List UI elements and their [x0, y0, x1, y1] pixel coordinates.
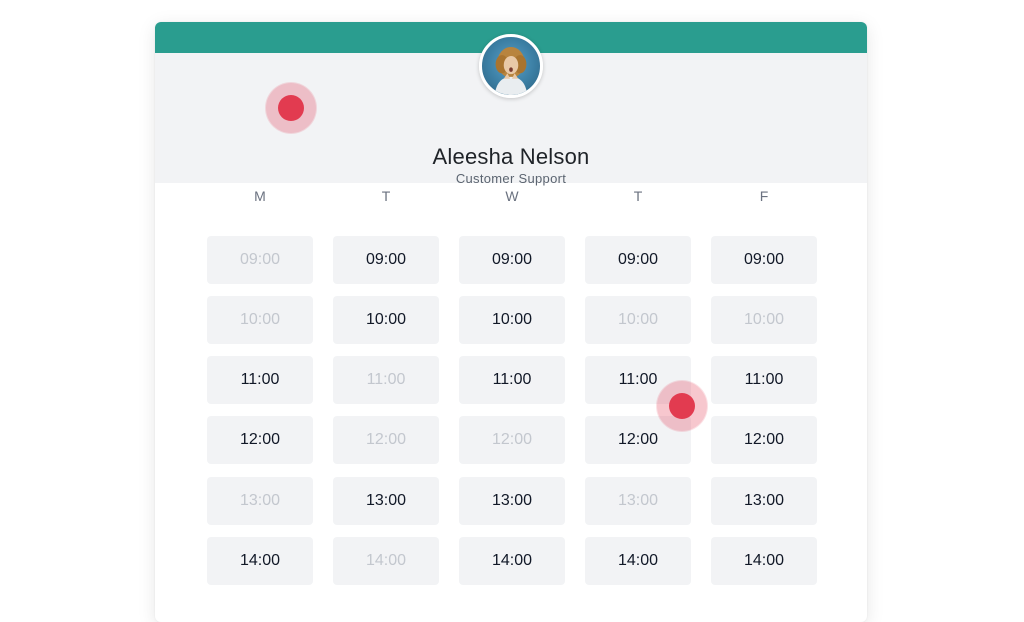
day-header: W	[505, 188, 519, 204]
time-slot-button[interactable]: 13:00	[333, 477, 439, 525]
day-header: T	[381, 188, 391, 204]
person-name: Aleesha Nelson	[432, 144, 590, 169]
time-slot-button[interactable]: 14:00	[459, 537, 565, 585]
time-slot-button[interactable]: 13:00	[711, 477, 817, 525]
person-avatar-icon	[494, 46, 528, 95]
time-slot-unavailable: 10:00	[207, 296, 313, 344]
time-slot-button[interactable]: 10:00	[333, 296, 439, 344]
avatar	[479, 34, 543, 98]
day-header: F	[759, 188, 769, 204]
time-slot-unavailable: 14:00	[333, 537, 439, 585]
time-slot-unavailable: 11:00	[333, 356, 439, 404]
time-slot-button[interactable]: 14:00	[207, 537, 313, 585]
time-slot-unavailable: 09:00	[207, 236, 313, 284]
time-slot-button[interactable]: 11:00	[207, 356, 313, 404]
time-slot-button[interactable]: 14:00	[711, 537, 817, 585]
time-slot-button[interactable]: 09:00	[459, 236, 565, 284]
click-indicator-marker	[657, 381, 707, 431]
time-slot-button[interactable]: 13:00	[459, 477, 565, 525]
time-slot-button[interactable]: 09:00	[333, 236, 439, 284]
time-slot-unavailable: 12:00	[459, 416, 565, 464]
time-slot-button[interactable]: 12:00	[207, 416, 313, 464]
time-slot-button[interactable]: 12:00	[711, 416, 817, 464]
day-header: M	[254, 188, 266, 204]
time-slot-button[interactable]: 11:00	[459, 356, 565, 404]
click-indicator-marker	[266, 83, 316, 133]
time-slot-button[interactable]: 11:00	[711, 356, 817, 404]
time-slot-unavailable: 13:00	[585, 477, 691, 525]
day-header: T	[633, 188, 643, 204]
time-slot-button[interactable]: 09:00	[585, 236, 691, 284]
time-slot-button[interactable]: 14:00	[585, 537, 691, 585]
time-slot-unavailable: 13:00	[207, 477, 313, 525]
time-slot-button[interactable]: 09:00	[711, 236, 817, 284]
time-slot-unavailable: 12:00	[333, 416, 439, 464]
person-role: Customer Support	[455, 171, 567, 186]
time-slot-unavailable: 10:00	[585, 296, 691, 344]
time-slot-button[interactable]: 10:00	[459, 296, 565, 344]
time-slot-unavailable: 10:00	[711, 296, 817, 344]
